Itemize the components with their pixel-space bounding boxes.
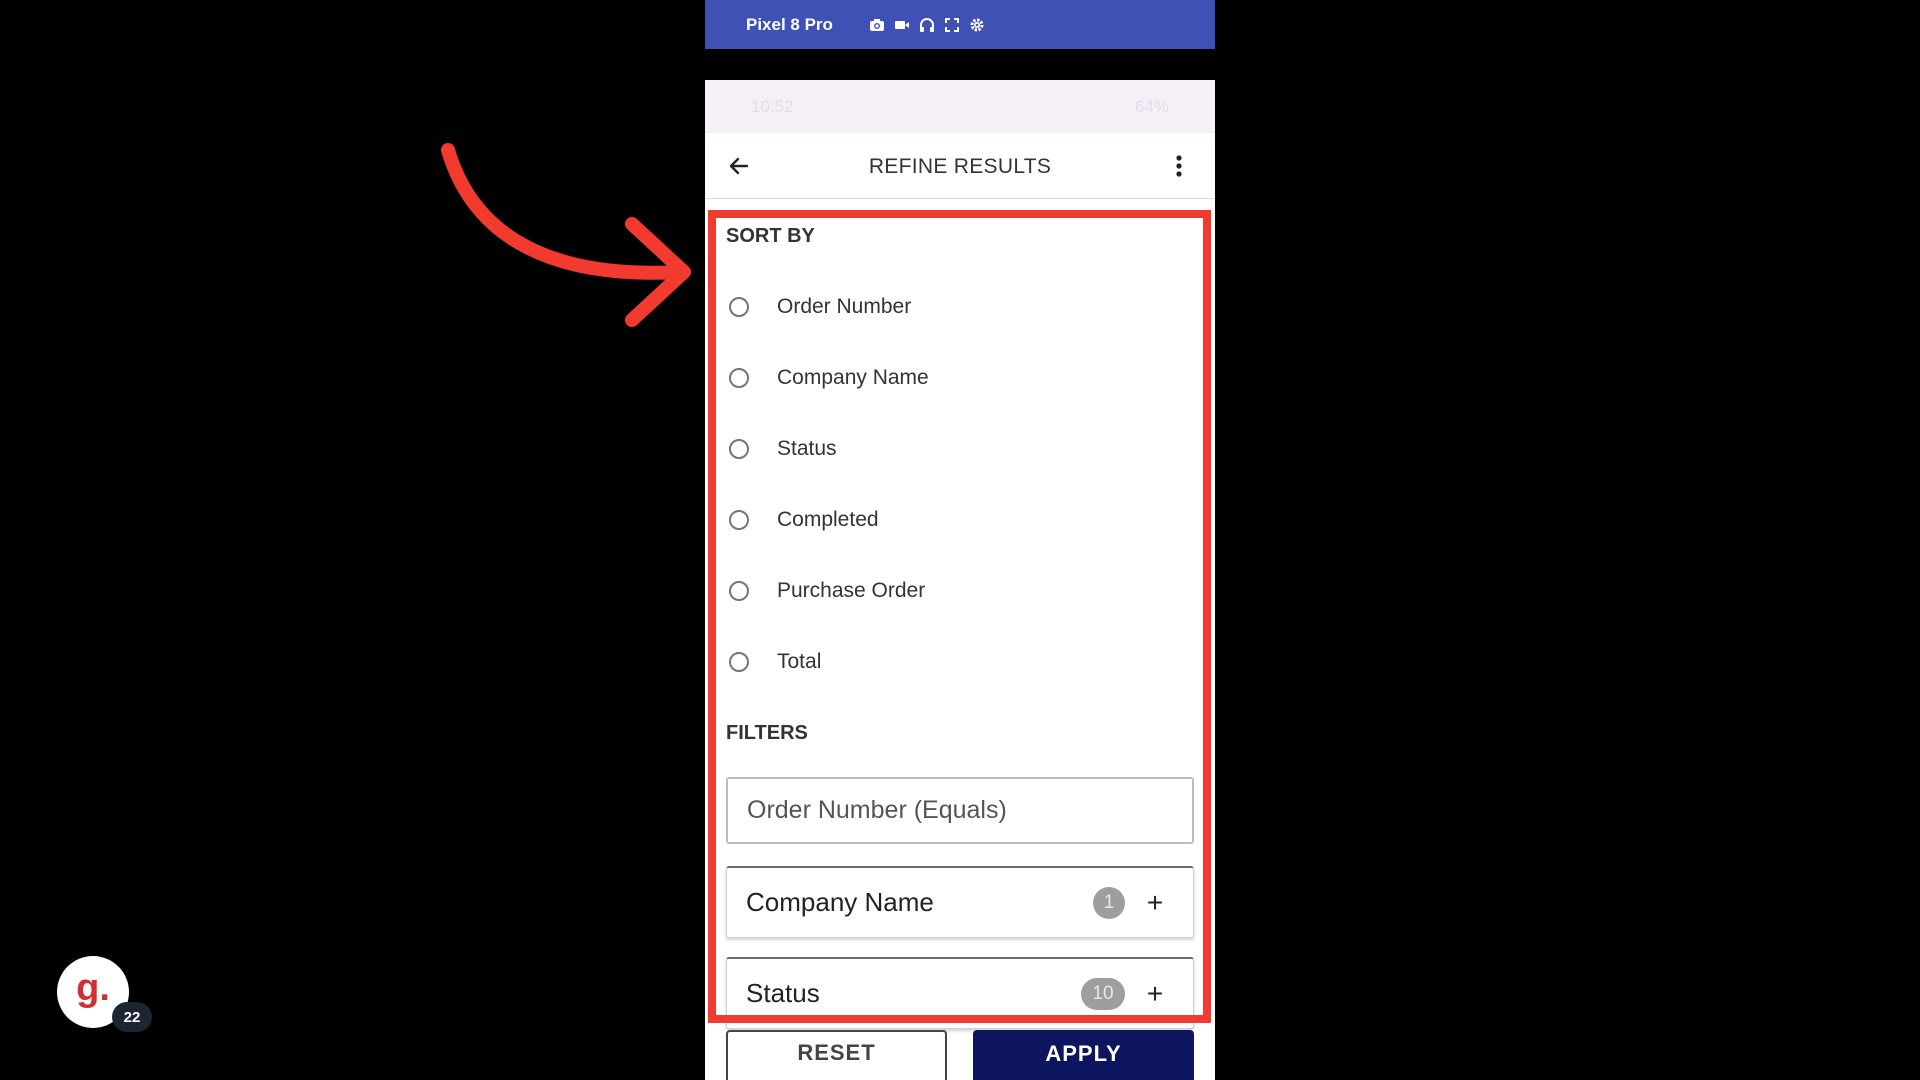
sort-option-status[interactable]: Status (726, 429, 1186, 469)
emulator-toolbar: Pixel 8 Pro (705, 0, 1215, 49)
fullscreen-icon[interactable] (944, 17, 960, 33)
device-bezel (705, 49, 1215, 80)
sort-option-label: Status (777, 437, 837, 460)
headset-icon[interactable] (919, 17, 935, 33)
sort-option-completed[interactable]: Completed (726, 500, 1186, 540)
expand-plus-icon[interactable]: + (1137, 887, 1173, 919)
notification-count-badge: 22 (112, 1002, 152, 1032)
status-battery: 64% (1134, 96, 1169, 116)
status-bar: 10:52 64% (705, 80, 1215, 133)
page-title: REFINE RESULTS (868, 155, 1052, 178)
filter-company-name[interactable]: Company Name 1 + (726, 866, 1194, 938)
filter-status[interactable]: Status 10 + (726, 957, 1194, 1029)
phone-screen: 10:52 64% REFINE RESULTS SORT BY Order N… (705, 80, 1215, 1080)
camera-icon[interactable] (869, 17, 885, 33)
reset-button[interactable]: RESET (726, 1030, 947, 1080)
sort-option-purchase-order[interactable]: Purchase Order (726, 571, 1186, 611)
radio-unchecked-icon (729, 652, 749, 672)
avatar-logo-text: g. (76, 966, 110, 1009)
radio-unchecked-icon (729, 581, 749, 601)
sort-option-label: Total (777, 650, 822, 673)
status-time: 10:52 (751, 96, 794, 116)
filter-label: Status (746, 978, 820, 1008)
radio-unchecked-icon (729, 368, 749, 388)
filters-heading: FILTERS (726, 722, 808, 744)
video-icon[interactable] (894, 17, 910, 33)
more-options-button[interactable] (1167, 150, 1191, 182)
filter-count-badge: 10 (1081, 977, 1125, 1010)
expand-plus-icon[interactable]: + (1137, 978, 1173, 1010)
settings-icon[interactable] (969, 17, 985, 33)
radio-unchecked-icon (729, 510, 749, 530)
filter-label: Company Name (746, 887, 934, 917)
sort-option-company-name[interactable]: Company Name (726, 358, 1186, 398)
sort-option-order-number[interactable]: Order Number (726, 287, 1186, 327)
annotation-arrow-icon (441, 143, 691, 327)
sort-option-total[interactable]: Total (726, 642, 1186, 682)
sort-option-label: Order Number (777, 295, 912, 318)
sort-option-label: Company Name (777, 366, 929, 389)
device-name: Pixel 8 Pro (746, 14, 833, 34)
sort-by-heading: SORT BY (726, 225, 815, 247)
filter-count-badge: 1 (1093, 886, 1125, 919)
screen: Pixel 8 Pro 10:52 64% REFINE RESULTS SOR… (0, 0, 1920, 1080)
sort-option-label: Completed (777, 508, 879, 531)
sort-option-label: Purchase Order (777, 579, 926, 602)
order-number-filter-input[interactable] (726, 777, 1194, 844)
radio-unchecked-icon (729, 297, 749, 317)
emulator-toolbar-icons (869, 17, 985, 33)
apply-button[interactable]: APPLY (973, 1030, 1194, 1080)
app-bar: REFINE RESULTS (705, 133, 1215, 199)
more-vert-icon (1176, 155, 1182, 177)
radio-unchecked-icon (729, 439, 749, 459)
